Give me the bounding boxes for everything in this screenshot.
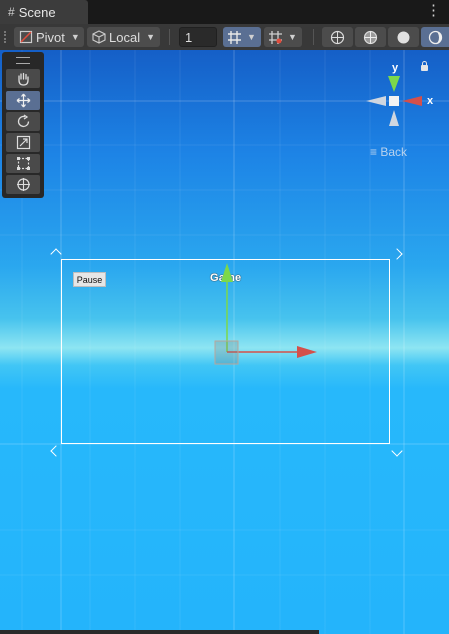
move-tool-icon — [16, 93, 30, 108]
pause-button[interactable]: Pause — [73, 272, 106, 287]
wireframe-shading-button[interactable] — [322, 27, 353, 47]
orientation-gizmo[interactable]: y x — [362, 61, 442, 137]
toolbar-separator — [169, 29, 170, 45]
shaded-icon — [397, 31, 410, 43]
scale-tool-button[interactable] — [6, 133, 40, 152]
hamburger-icon: ≡ — [370, 145, 378, 159]
gizmo-x-label: x — [427, 95, 434, 107]
pivot-label: Pivot — [36, 29, 65, 45]
scale-tool-icon — [16, 135, 30, 150]
view-direction-label[interactable]: ≡ Back — [370, 145, 407, 159]
hand-tool-button[interactable] — [6, 69, 40, 88]
x-axis-cone-icon — [402, 96, 422, 106]
snap-increment-toggle[interactable]: ▼ — [264, 27, 302, 47]
rotate-tool-icon — [17, 114, 29, 128]
toolbar-grip — [4, 31, 11, 43]
shaded-wireframe-button[interactable] — [355, 27, 386, 47]
grid-snap-toggle[interactable]: ▼ — [223, 27, 261, 47]
palette-grip[interactable] — [16, 57, 30, 64]
grid-icon: # — [8, 5, 15, 19]
tab-scene-label: Scene — [18, 4, 56, 20]
scene-toolbar: Pivot ▼ Local ▼ 1 ▼ ▼ — [0, 24, 449, 51]
grid-size-value: 1 — [185, 29, 193, 45]
pivot-dropdown[interactable]: Pivot ▼ — [14, 27, 84, 47]
neg-x-axis-cone-icon — [366, 96, 386, 106]
chevron-down-icon[interactable]: ▼ — [247, 32, 256, 42]
move-tool-button[interactable] — [6, 91, 40, 110]
bottom-overlay-strip — [0, 630, 319, 634]
rect-tool-button[interactable] — [6, 154, 40, 173]
snap-increment-icon — [269, 30, 282, 44]
gizmo-center-cube — [389, 96, 399, 106]
more-options-icon[interactable]: ⋮ — [426, 3, 441, 19]
wireframe-shading-icon — [330, 30, 345, 44]
local-label: Local — [109, 29, 141, 45]
pivot-icon — [19, 30, 33, 44]
lighting-icon — [428, 30, 442, 44]
tab-bar: # Scene ⋮ — [0, 0, 449, 24]
transform-tool-button[interactable] — [6, 175, 40, 194]
chevron-down-icon: ▼ — [146, 32, 155, 42]
rotate-tool-button[interactable] — [6, 112, 40, 131]
shaded-button[interactable] — [388, 27, 419, 47]
shaded-wireframe-icon — [363, 30, 378, 44]
rect-tool-icon — [16, 157, 30, 170]
y-axis-cone-icon — [388, 76, 400, 92]
local-dropdown[interactable]: Local ▼ — [87, 27, 160, 47]
canvas-rect[interactable] — [61, 259, 390, 444]
chevron-down-icon[interactable]: ▼ — [288, 32, 297, 42]
transform-tool-icon — [16, 178, 30, 191]
back-label: Back — [380, 145, 408, 159]
game-title-text[interactable]: Game — [210, 272, 241, 284]
local-cube-icon — [92, 30, 106, 44]
grid-snap-icon — [228, 30, 241, 44]
grid-size-field[interactable]: 1 — [179, 27, 217, 47]
lighting-toggle[interactable] — [421, 27, 449, 47]
chevron-down-icon: ▼ — [70, 32, 80, 42]
hand-tool-icon — [17, 72, 29, 86]
tool-palette — [2, 52, 44, 198]
neg-y-axis-cone-icon — [389, 110, 399, 126]
toolbar-separator — [313, 29, 314, 45]
tab-scene[interactable]: # Scene — [0, 0, 88, 24]
